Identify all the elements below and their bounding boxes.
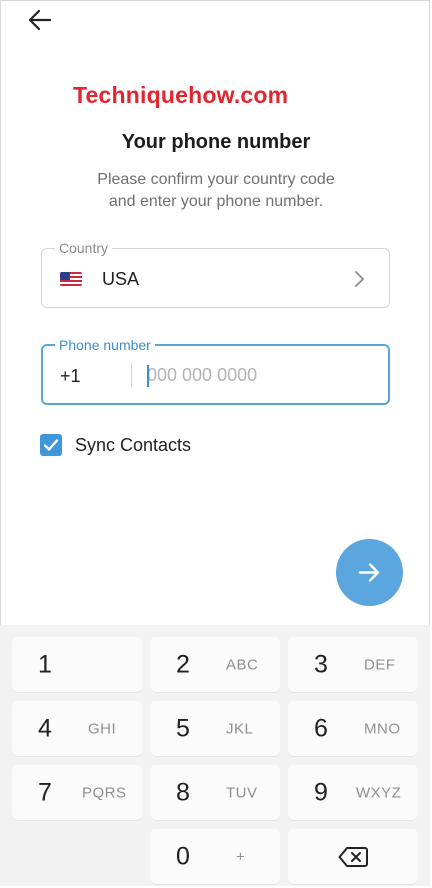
country-selector[interactable]: Country USA	[41, 239, 390, 308]
key-1[interactable]: 1	[12, 637, 142, 692]
key-6[interactable]: 6 MNO	[288, 701, 418, 756]
key-4[interactable]: 4 GHI	[12, 701, 142, 756]
key-2[interactable]: 2 ABC	[150, 637, 280, 692]
key-3[interactable]: 3 DEF	[288, 637, 418, 692]
text-caret	[147, 365, 149, 387]
subtitle-line-1: Please confirm your country code	[97, 171, 335, 188]
key-5[interactable]: 5 JKL	[150, 701, 280, 756]
page-title: Your phone number	[121, 131, 311, 153]
us-flag-icon	[60, 272, 82, 286]
key-empty	[12, 829, 142, 884]
backspace-key[interactable]	[288, 829, 418, 884]
key-7[interactable]: 7 PQRS	[12, 765, 142, 820]
key-0[interactable]: 0 +	[150, 829, 280, 884]
subtitle-line-2: and enter your phone number.	[108, 193, 324, 210]
field-divider	[131, 363, 132, 387]
phone-input[interactable]	[143, 358, 377, 392]
country-value: USA	[102, 269, 140, 289]
phone-number-field[interactable]: Phone number +1	[41, 336, 390, 405]
chevron-right-icon	[353, 269, 367, 289]
page-subtitle: Please confirm your country code and ent…	[0, 169, 432, 213]
watermark-text: Techniquehow.com	[73, 82, 289, 108]
arrow-right-icon	[358, 563, 380, 582]
numeric-keypad: 1 2 ABC 3 DEF 4 GHI 5 JKL 6 MNO 7 PQRS 8…	[0, 625, 430, 886]
next-button[interactable]	[336, 539, 403, 606]
key-8[interactable]: 8 TUV	[150, 765, 280, 820]
back-arrow-icon[interactable]	[26, 6, 54, 34]
phone-field-label: Phone number	[55, 336, 155, 354]
sync-contacts-label: Sync Contacts	[75, 435, 192, 455]
backspace-icon	[338, 847, 368, 867]
key-9[interactable]: 9 WXYZ	[288, 765, 418, 820]
country-code[interactable]: +1	[60, 366, 81, 387]
country-field-label: Country	[55, 239, 113, 257]
checkbox-checked-icon[interactable]	[40, 434, 62, 456]
